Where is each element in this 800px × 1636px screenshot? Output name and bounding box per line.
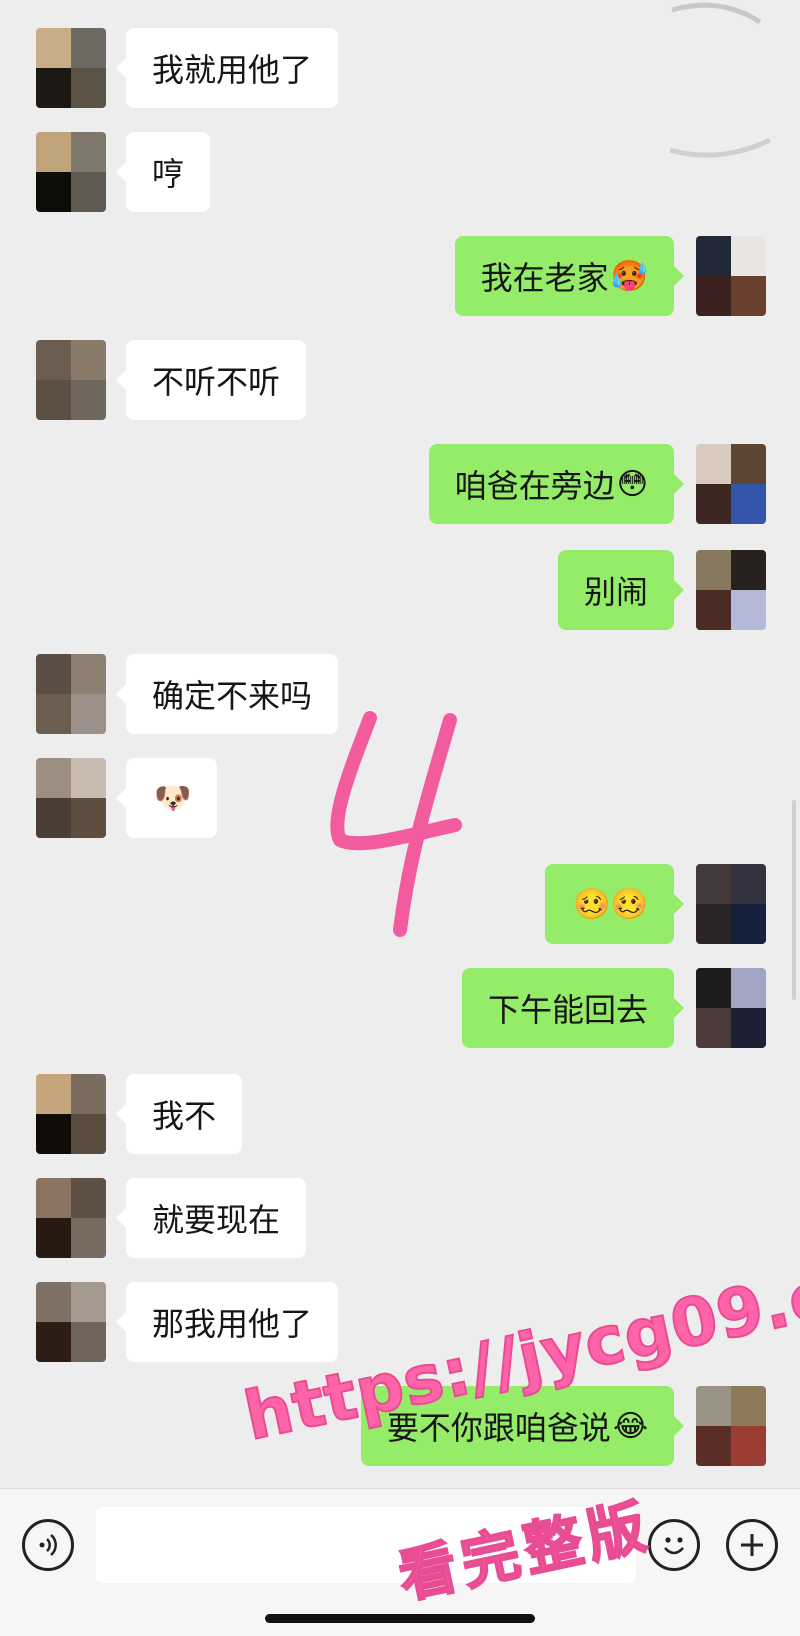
avatar[interactable] bbox=[36, 340, 106, 420]
message-bubble[interactable]: 我在老家 🥵 bbox=[454, 236, 685, 316]
avatar[interactable] bbox=[696, 1386, 766, 1466]
avatar[interactable] bbox=[36, 654, 106, 734]
message-text: 那我用他了 bbox=[152, 1305, 313, 1343]
message-bubble[interactable]: 就要现在 bbox=[115, 1178, 307, 1258]
message-bubble[interactable]: 🥴🥴 bbox=[545, 864, 684, 944]
message-text: 确定不来吗 bbox=[152, 677, 313, 715]
avatar[interactable] bbox=[36, 132, 106, 212]
avatar[interactable] bbox=[696, 864, 766, 944]
message-text: 别闹 bbox=[583, 573, 648, 611]
emoji-icon bbox=[664, 1537, 684, 1555]
avatar[interactable] bbox=[696, 550, 766, 630]
message-emoji: 🐶 bbox=[154, 780, 192, 816]
refresh-arc-icon bbox=[669, 2, 772, 158]
message-text: 不听不听 bbox=[152, 363, 281, 401]
message-text: 下午能回去 bbox=[487, 991, 648, 1029]
avatar[interactable] bbox=[36, 1178, 106, 1258]
plus-icon bbox=[741, 1534, 763, 1556]
message-text: 哼 bbox=[152, 155, 185, 193]
message-emoji: 🥴🥴 bbox=[573, 886, 648, 922]
handdrawn-number-annotation: 4 bbox=[330, 711, 462, 937]
avatar[interactable] bbox=[696, 968, 766, 1048]
avatar[interactable] bbox=[36, 28, 106, 108]
home-indicator bbox=[265, 1614, 535, 1623]
message-text: 就要现在 bbox=[152, 1201, 281, 1239]
avatar[interactable] bbox=[696, 236, 766, 316]
plus-button[interactable] bbox=[726, 1519, 778, 1571]
message-bubble[interactable]: 下午能回去 bbox=[461, 968, 685, 1048]
emoji-button[interactable] bbox=[648, 1519, 700, 1571]
message-bubble[interactable]: 别闹 bbox=[557, 550, 685, 630]
message-bubble[interactable]: 我就用他了 bbox=[115, 28, 339, 108]
message-bubble[interactable]: 哼 bbox=[115, 132, 211, 212]
voice-button[interactable] bbox=[22, 1519, 74, 1571]
avatar[interactable] bbox=[36, 758, 106, 838]
message-text: 我就用他了 bbox=[152, 51, 313, 89]
message-bubble[interactable]: 🐶 bbox=[115, 758, 218, 838]
scrollbar[interactable] bbox=[792, 800, 796, 1000]
message-bubble[interactable]: 我不 bbox=[115, 1074, 243, 1154]
chat-area: 我就用他了哼我在老家 🥵 不听不听咱爸在旁边 😳 别闹确定不来吗 🐶 🥴🥴 下午能回去我不就要… bbox=[0, 0, 800, 1488]
message-emoji: 🥵 bbox=[610, 258, 648, 294]
message-text: 咱爸在旁边 bbox=[454, 467, 615, 505]
avatar[interactable] bbox=[696, 444, 766, 524]
message-text: 我在老家 bbox=[480, 259, 609, 297]
message-text: 我不 bbox=[152, 1097, 217, 1135]
message-emoji: 😳 bbox=[616, 466, 648, 502]
message-bubble[interactable]: 咱爸在旁边 😳 bbox=[428, 444, 685, 524]
avatar[interactable] bbox=[36, 1074, 106, 1154]
message-bubble[interactable]: 不听不听 bbox=[115, 340, 307, 420]
message-bubble[interactable]: 那我用他了 bbox=[115, 1282, 339, 1362]
avatar[interactable] bbox=[36, 1282, 106, 1362]
message-emoji: 😂 bbox=[612, 1408, 648, 1444]
voice-icon bbox=[39, 1534, 57, 1556]
